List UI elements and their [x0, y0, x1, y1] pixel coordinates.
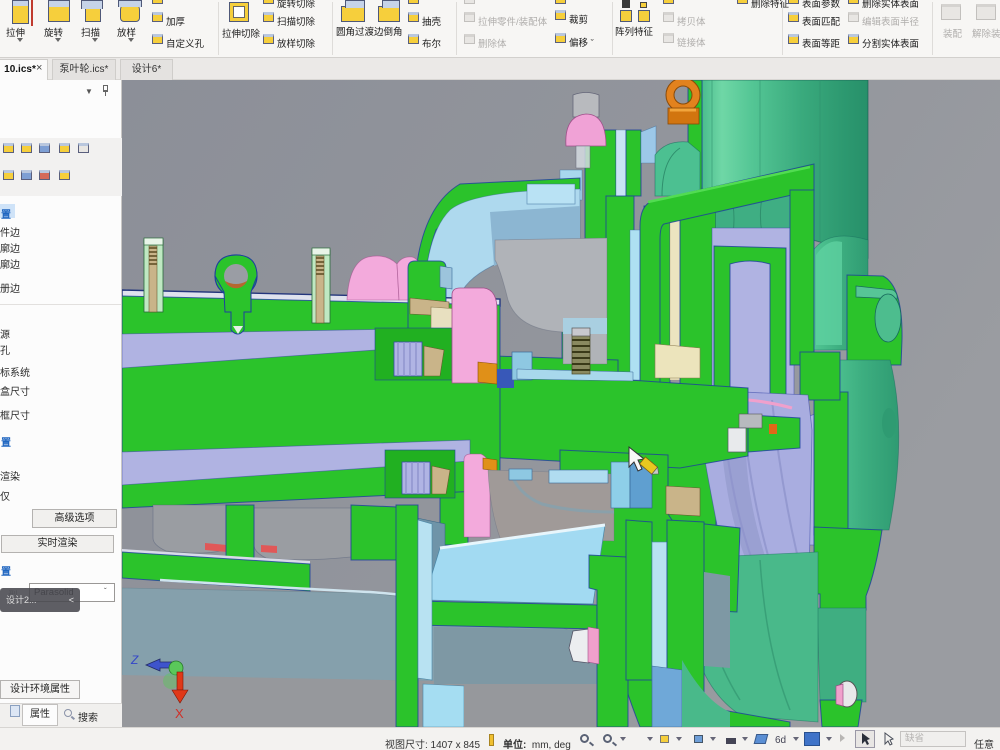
svg-text:X: X [175, 706, 184, 721]
svg-text:Z: Z [130, 653, 139, 667]
